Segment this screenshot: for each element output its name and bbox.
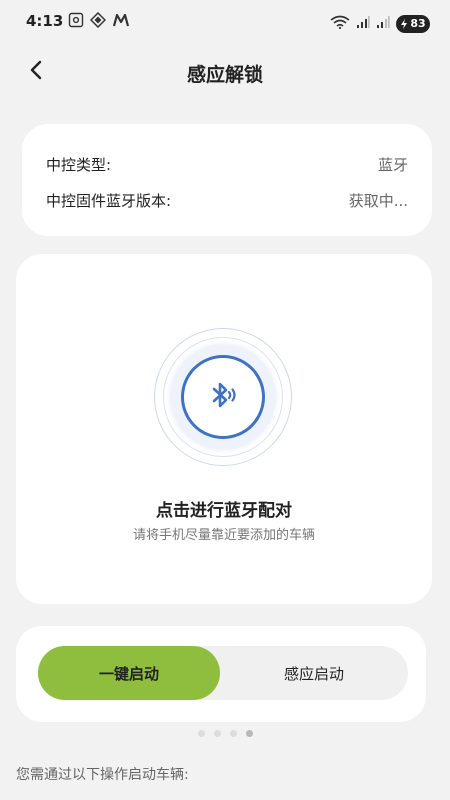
wifi-icon [330, 14, 350, 33]
controller-type-label: 中控类型: [46, 156, 112, 174]
bluetooth-pair-card: 点击进行蓝牙配对 请将手机尽量靠近要添加的车辆 [16, 254, 432, 604]
firmware-version-row: 中控固件蓝牙版本: 获取中... [46, 190, 408, 211]
start-mode-card: 一键启动 感应启动 [16, 626, 426, 722]
status-left-icons [68, 12, 130, 28]
page-dot[interactable] [213, 730, 221, 737]
controller-type-row: 中控类型: 蓝牙 [46, 154, 408, 175]
firmware-version-value: 获取中... [348, 192, 408, 210]
signal-icon-2 [376, 14, 390, 33]
controller-type-value: 蓝牙 [377, 156, 408, 174]
page-dot[interactable] [229, 730, 237, 737]
bluetooth-pair-button[interactable] [181, 355, 265, 439]
pair-title: 点击进行蓝牙配对 [156, 501, 292, 521]
start-mode-toggle: 一键启动 感应启动 [38, 646, 408, 700]
page-indicator [0, 730, 450, 737]
bluetooth-icon [206, 378, 240, 416]
status-bar: 4:13 83 [0, 0, 450, 44]
battery-icon: 83 [396, 14, 430, 33]
page-dot-active[interactable] [245, 730, 253, 737]
page-dot[interactable] [197, 730, 205, 737]
battery-level: 83 [410, 17, 426, 30]
firmware-version-label: 中控固件蓝牙版本: [46, 192, 172, 210]
page-title: 感应解锁 [186, 64, 263, 86]
diamond-app-icon [90, 12, 106, 28]
page-header: 感应解锁 [0, 52, 450, 92]
status-right-icons: 83 [330, 14, 430, 33]
controller-info-card: 中控类型: 蓝牙 中控固件蓝牙版本: 获取中... [22, 124, 432, 236]
m-app-icon [112, 12, 130, 28]
start-instruction-text: 您需通过以下操作启动车辆: [16, 767, 189, 783]
signal-icon [356, 14, 370, 33]
pair-subtitle: 请将手机尽量靠近要添加的车辆 [132, 528, 315, 543]
bluetooth-rings [154, 328, 294, 468]
status-time: 4:13 [26, 12, 64, 30]
sensor-start-option[interactable]: 感应启动 [220, 646, 408, 700]
screenshot-icon [68, 12, 84, 28]
one-key-start-option[interactable]: 一键启动 [38, 646, 220, 700]
